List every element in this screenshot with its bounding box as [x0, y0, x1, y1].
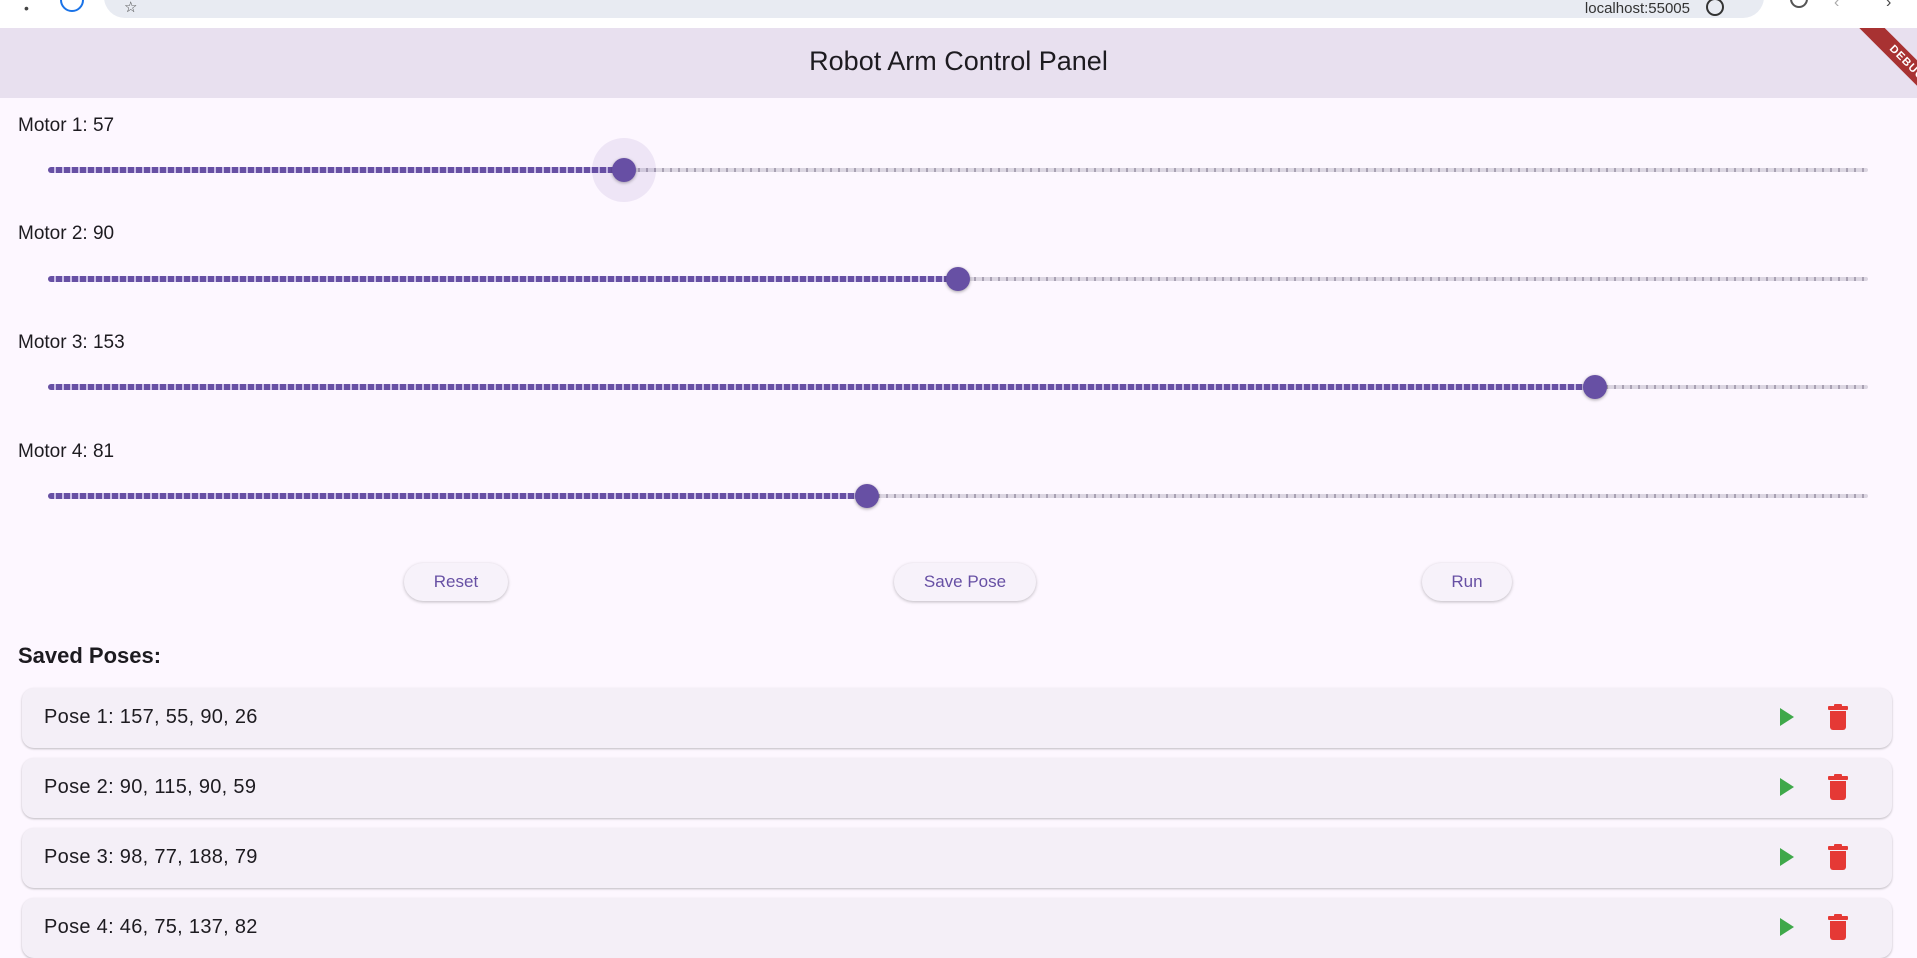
slider-active-track: [48, 276, 958, 282]
pose-label: Pose 4: 46, 75, 137, 82: [44, 916, 258, 938]
pose-label: Pose 1: 157, 55, 90, 26: [44, 706, 258, 728]
slider-thumb[interactable]: [855, 484, 879, 508]
reset-button[interactable]: Reset: [404, 563, 508, 601]
pose-list-item[interactable]: Pose 2: 90, 115, 90, 59: [22, 758, 1892, 818]
motor-4-slider[interactable]: [48, 484, 1868, 508]
pose-label: Pose 2: 90, 115, 90, 59: [44, 776, 257, 798]
slider-active-track: [48, 167, 625, 173]
pose-list-item[interactable]: Pose 3: 98, 77, 188, 79: [22, 828, 1892, 888]
delete-icon[interactable]: [1828, 774, 1848, 800]
slider-thumb[interactable]: [592, 138, 657, 202]
slider-thumb[interactable]: [946, 267, 970, 291]
page-title: Robot Arm Control Panel: [809, 46, 1108, 76]
back-icon[interactable]: ‹: [1834, 0, 1839, 12]
browser-menu-dot-icon[interactable]: •: [24, 0, 29, 16]
save-pose-button[interactable]: Save Pose: [894, 563, 1036, 601]
delete-icon[interactable]: [1828, 704, 1848, 730]
pose-list-item[interactable]: Pose 1: 157, 55, 90, 26: [22, 688, 1892, 748]
slider-active-track: [48, 384, 1595, 390]
motor-2-label: Motor 2: 90: [18, 223, 115, 244]
motor-4-label: Motor 4: 81: [18, 441, 115, 462]
motor-1-slider[interactable]: [48, 138, 1868, 202]
browser-toolbar: • ☆ localhost:55005 ‹ ›: [0, 0, 1917, 28]
motor-3-slider[interactable]: [48, 375, 1868, 399]
site-info-icon[interactable]: [1706, 0, 1724, 16]
run-button[interactable]: Run: [1422, 563, 1512, 601]
play-icon[interactable]: [1780, 918, 1794, 936]
motor-1-label: Motor 1: 57: [18, 115, 115, 136]
address-url: localhost:55005: [1584, 0, 1690, 17]
pose-list-item[interactable]: Pose 4: 46, 75, 137, 82: [22, 898, 1892, 958]
motor-2-slider[interactable]: [48, 267, 1868, 291]
play-icon[interactable]: [1780, 778, 1794, 796]
play-icon[interactable]: [1780, 708, 1794, 726]
pose-label: Pose 3: 98, 77, 188, 79: [44, 846, 258, 868]
debug-banner-label: DEBUG: [1858, 28, 1917, 112]
delete-icon[interactable]: [1828, 914, 1848, 940]
play-icon[interactable]: [1780, 848, 1794, 866]
debug-banner: DEBUG: [1825, 28, 1917, 120]
slider-active-track: [48, 493, 867, 499]
saved-poses-heading: Saved Poses:: [18, 643, 162, 668]
delete-icon[interactable]: [1828, 844, 1848, 870]
slider-thumb[interactable]: [1583, 375, 1607, 399]
motor-3-label: Motor 3: 153: [18, 332, 125, 353]
address-bar[interactable]: ☆ localhost:55005: [104, 0, 1764, 18]
forward-icon[interactable]: ›: [1886, 0, 1891, 12]
app-bar: Robot Arm Control Panel: [0, 28, 1917, 98]
profile-icon[interactable]: [60, 0, 84, 12]
bookmark-star-icon[interactable]: ☆: [124, 0, 137, 16]
reload-icon[interactable]: [1790, 0, 1808, 8]
